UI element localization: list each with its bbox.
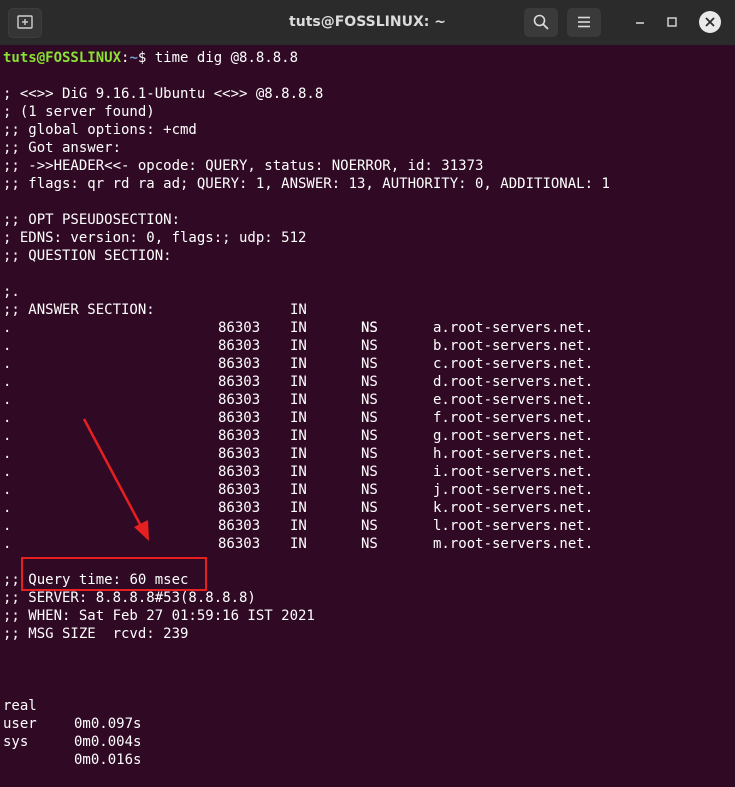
timing-label: sys	[3, 734, 29, 750]
query-time-highlight-box	[21, 557, 207, 591]
annotation-arrow	[82, 418, 149, 541]
timing-value: 0m0.004s	[74, 734, 142, 750]
timing-value: 0m0.016s	[74, 752, 142, 768]
